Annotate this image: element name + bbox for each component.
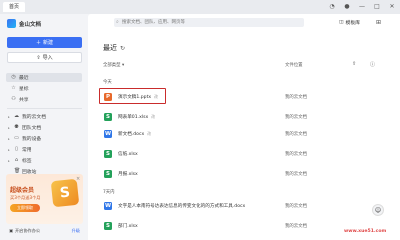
close-icon[interactable]: ✕ (388, 2, 396, 10)
xlsx-file-icon: S (104, 169, 112, 178)
template-library-label: 模板库 (345, 21, 360, 26)
file-tag: 改 (151, 113, 155, 119)
selection-highlight (99, 88, 166, 104)
star-icon: ☆ (11, 85, 16, 91)
type-filter-dropdown[interactable]: 全部类型 ▾ (103, 62, 124, 68)
sidebar-item-tags[interactable]: ▸ ⌂ 标签 (6, 156, 82, 165)
table-row[interactable]: W 文字是人本南符号达表达信息的传变文化的的方式和工具.docx 我的云文档 (100, 199, 390, 212)
search-icon: ⌕ (116, 19, 119, 25)
table-row[interactable]: S 月报.xlsx 我的云文档 (100, 167, 390, 180)
assistant-icon[interactable]: ☺ (372, 204, 384, 216)
sidebar-item-label: 共享 (19, 98, 29, 103)
upgrade-link[interactable]: 升级 (72, 228, 80, 234)
sidebar-item-devices[interactable]: ▸ ▭ 我的设备 (6, 134, 82, 143)
sidebar-item-label: 我的设备 (22, 137, 42, 142)
collaboration-link[interactable]: ▣ 开启协作办公 (9, 228, 40, 234)
tab-home[interactable]: 首页 (3, 2, 25, 12)
sidebar-item-label: 标签 (22, 159, 32, 164)
refresh-icon[interactable]: ↻ (120, 45, 125, 52)
file-name: 信纸.xlsx (118, 151, 138, 157)
sidebar-item-my-cloud[interactable]: ▸ ☁ 我的云文档 (6, 112, 82, 121)
sidebar-bottom-bar: ▣ 开启协作办公 升级 (6, 226, 83, 235)
info-icon[interactable]: ⓘ (370, 61, 375, 68)
collaboration-icon: ▣ (9, 228, 13, 233)
divider (7, 108, 82, 109)
super-member-badge-icon: S (50, 178, 80, 208)
sidebar-item-label: 星标 (19, 87, 29, 92)
docx-file-icon: W (104, 201, 112, 210)
expand-caret-icon[interactable]: ▸ (8, 159, 11, 163)
column-header-location: 文件位置 (285, 63, 303, 68)
file-name: 网表单01.xlsx (118, 114, 149, 120)
expand-caret-icon[interactable]: ▸ (8, 115, 11, 119)
sidebar-item-label: 团队文档 (22, 126, 42, 131)
grid-view-icon[interactable]: ⊞ (376, 19, 381, 26)
type-filter-label: 全部类型 (103, 63, 121, 68)
page-title: 最近 ↻ (103, 43, 125, 53)
template-icon: ◫ (339, 20, 344, 25)
device-icon: ▭ (14, 135, 19, 141)
file-tag: 改 (147, 130, 152, 136)
file-location: 我的云文档 (285, 223, 307, 229)
file-location: 我的云文档 (285, 94, 307, 100)
sidebar-item-label: 最近 (19, 76, 29, 81)
cloud-icon: ☁ (14, 113, 19, 119)
xlsx-file-icon: S (104, 221, 112, 230)
group-7days-label: 7天内 (103, 190, 115, 195)
plus-icon: ＋ (35, 40, 41, 46)
promo-subtitle: 买3个月送3个月 (10, 195, 41, 200)
chat-icon[interactable]: ◔ (328, 2, 336, 10)
app-name: 金山文档 (19, 22, 42, 28)
upload-icon[interactable]: ⇪ (352, 61, 356, 67)
sidebar-item-frequent[interactable]: ▸ ▯ 常用 (6, 145, 82, 154)
maximize-icon[interactable]: □ (373, 2, 381, 10)
import-button-label: 导入 (42, 55, 53, 61)
watermark: www.xue51.com (344, 229, 387, 234)
file-location: 我的云文档 (285, 171, 307, 177)
minimize-icon[interactable]: — (358, 2, 366, 10)
window-controls: ◔ ● — □ ✕ (328, 2, 396, 10)
expand-caret-icon[interactable]: ▸ (8, 137, 11, 141)
new-button[interactable]: ＋ 新建 (7, 37, 82, 48)
team-icon: ⚉ (14, 124, 19, 130)
tag-icon: ⌂ (14, 157, 19, 163)
sidebar-item-label: 常用 (22, 148, 32, 153)
file-location: 我的云文档 (285, 114, 307, 120)
xlsx-file-icon: S (104, 149, 112, 158)
collaboration-label: 开启协作办公 (14, 227, 41, 233)
sidebar-item-label: 我的云文档 (22, 115, 46, 120)
group-today-label: 今天 (103, 80, 112, 85)
file-name: 文字是人本南符号达表达信息的传变文化的的方式和工具.docx (118, 203, 246, 209)
share-icon: ⚇ (11, 96, 16, 102)
import-icon: ⇪ (36, 54, 41, 61)
search-input[interactable] (114, 18, 304, 27)
clock-icon: ◷ (11, 74, 16, 80)
table-row[interactable]: S 网表单01.xlsx 改 我的云文档 (100, 110, 390, 123)
promo-claim-button[interactable]: 立即领取 (10, 204, 40, 212)
expand-caret-icon[interactable]: ▸ (8, 126, 11, 130)
bookmark-icon: ▯ (15, 146, 18, 152)
expand-caret-icon[interactable]: ▸ (8, 148, 11, 152)
table-row[interactable]: S 信纸.xlsx 我的云文档 (100, 147, 390, 160)
sidebar-item-shared[interactable]: ⚇ 共享 (6, 95, 82, 104)
file-name: 新文档.docx (118, 131, 145, 137)
table-row[interactable]: W 新文档.docx 改 我的云文档 (100, 127, 390, 140)
sidebar-item-starred[interactable]: ☆ 星标 (6, 84, 82, 93)
sidebar-item-team[interactable]: ▸ ⚉ 团队文档 (6, 123, 82, 132)
app-logo-icon (7, 19, 16, 28)
xlsx-file-icon: S (104, 112, 112, 121)
sidebar-item-recent[interactable]: ◷ 最近 (6, 73, 82, 82)
file-location: 我的云文档 (285, 131, 307, 137)
page-title-label: 最近 (103, 44, 117, 52)
new-button-label: 新建 (43, 40, 54, 46)
file-name: 月报.xlsx (118, 171, 138, 177)
template-library-button[interactable]: ◫ 模板库 (339, 19, 360, 26)
file-location: 我的云文档 (285, 203, 307, 209)
import-button[interactable]: ⇪ 导入 (7, 52, 82, 63)
avatar[interactable]: ● (343, 2, 351, 10)
docx-file-icon: W (104, 129, 112, 138)
file-name: 部门.xlsx (118, 223, 138, 229)
promo-title: 超级会员 (10, 187, 35, 194)
file-location: 我的云文档 (285, 151, 307, 157)
